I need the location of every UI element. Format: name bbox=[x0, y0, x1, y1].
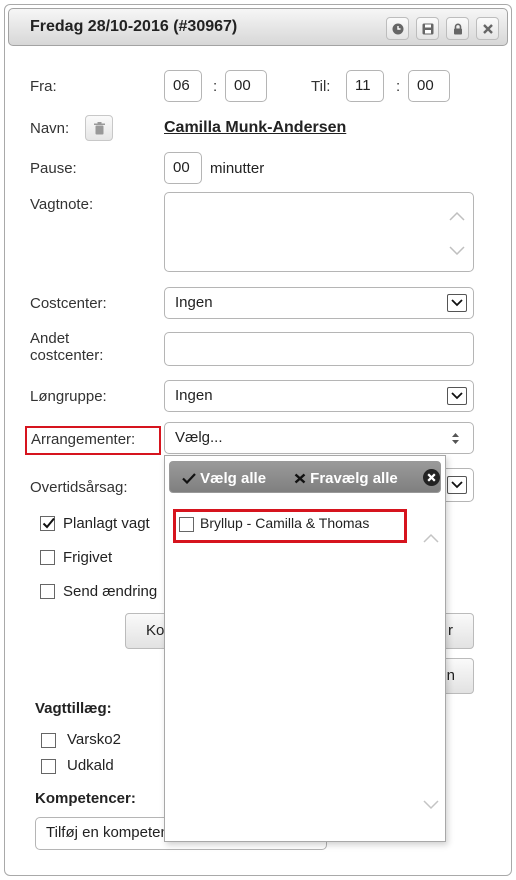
fra-time-separator: : bbox=[213, 78, 218, 95]
save-icon bbox=[422, 23, 434, 35]
lonnegruppe-select[interactable]: Ingen bbox=[164, 380, 474, 412]
close-icon bbox=[483, 24, 493, 34]
costcenter-select[interactable]: Ingen bbox=[164, 287, 474, 319]
scroll-down-icon[interactable] bbox=[423, 800, 439, 810]
arrangementer-label: Arrangementer: bbox=[31, 431, 136, 448]
clock-button[interactable] bbox=[386, 17, 409, 40]
lock-icon bbox=[454, 23, 462, 35]
dialog-titlebar: Fredag 28/10-2016 (#30967) bbox=[8, 8, 508, 46]
close-icon bbox=[294, 473, 306, 484]
delete-employee-button[interactable] bbox=[85, 115, 113, 141]
sort-arrows-icon bbox=[452, 433, 459, 444]
varsko-label: Varsko2 bbox=[67, 731, 121, 748]
lock-button[interactable] bbox=[446, 17, 469, 40]
scroll-up-icon[interactable] bbox=[423, 533, 439, 543]
save-button[interactable] bbox=[416, 17, 439, 40]
lonnegruppe-value: Ingen bbox=[175, 387, 213, 404]
udkald-checkbox[interactable] bbox=[41, 759, 56, 774]
vagtnote-label: Vagtnote: bbox=[30, 196, 94, 213]
udkald-label: Udkald bbox=[67, 757, 114, 774]
til-time-separator: : bbox=[396, 78, 401, 95]
frigivet-checkbox[interactable] bbox=[40, 550, 55, 565]
navn-label: Navn: bbox=[30, 120, 70, 137]
chevron-down-icon bbox=[447, 294, 467, 312]
andet-costcenter-input[interactable] bbox=[164, 332, 474, 366]
til-hour-input[interactable]: 11 bbox=[346, 70, 384, 102]
option-label[interactable]: Bryllup - Camilla & Thomas bbox=[200, 515, 369, 531]
deselect-all-button[interactable]: Fravælg alle bbox=[294, 470, 398, 487]
fra-hour-input[interactable]: 06 bbox=[164, 70, 202, 102]
arrangementer-value: Vælg... bbox=[175, 429, 223, 446]
varsko-checkbox[interactable] bbox=[41, 733, 56, 748]
vagttillaeg-heading: Vagttillæg: bbox=[35, 700, 112, 717]
scroll-up-icon bbox=[449, 211, 465, 221]
arrangementer-dropdown-panel: Vælg alle Fravælg alle Bryllup - Camilla… bbox=[164, 455, 446, 842]
trash-icon bbox=[94, 122, 105, 135]
kompetencer-heading: Kompetencer: bbox=[35, 790, 136, 807]
option-checkbox[interactable] bbox=[179, 517, 194, 532]
check-icon bbox=[42, 517, 55, 529]
andet-costcenter-label: Andet costcenter: bbox=[30, 330, 104, 364]
til-minute-input[interactable]: 00 bbox=[408, 70, 450, 102]
overtid-label: Overtidsårsag: bbox=[30, 479, 128, 496]
costcenter-label: Costcenter: bbox=[30, 295, 107, 312]
planlagt-checkbox[interactable] bbox=[40, 516, 55, 531]
fra-minute-input[interactable]: 00 bbox=[225, 70, 267, 102]
clock-icon bbox=[392, 23, 404, 35]
planlagt-label: Planlagt vagt bbox=[63, 515, 150, 532]
chevron-down-icon bbox=[447, 387, 467, 405]
pause-input[interactable]: 00 bbox=[164, 152, 202, 184]
employee-name-link[interactable]: Camilla Munk-Andersen bbox=[164, 119, 346, 137]
arrangementer-select[interactable]: Vælg... bbox=[164, 422, 474, 454]
close-button[interactable] bbox=[476, 17, 499, 40]
dropdown-header: Vælg alle Fravælg alle bbox=[169, 461, 441, 493]
check-icon bbox=[182, 473, 196, 485]
pause-label: Pause: bbox=[30, 160, 77, 177]
select-all-button[interactable]: Vælg alle bbox=[182, 470, 266, 487]
vagtnote-textarea[interactable] bbox=[164, 192, 474, 272]
send-aendring-checkbox[interactable] bbox=[40, 584, 55, 599]
close-circle-icon[interactable] bbox=[423, 469, 440, 486]
pause-unit-label: minutter bbox=[210, 160, 265, 177]
send-aendring-label: Send ændring bbox=[63, 583, 158, 600]
costcenter-value: Ingen bbox=[175, 294, 213, 311]
frigivet-label: Frigivet bbox=[63, 549, 113, 566]
lonnegruppe-label: Løngruppe: bbox=[30, 388, 107, 405]
scroll-down-icon bbox=[449, 246, 465, 256]
til-label: Til: bbox=[311, 78, 331, 95]
fra-label: Fra: bbox=[30, 78, 57, 95]
dialog-title: Fredag 28/10-2016 (#30967) bbox=[30, 18, 238, 35]
chevron-down-icon bbox=[447, 476, 467, 494]
